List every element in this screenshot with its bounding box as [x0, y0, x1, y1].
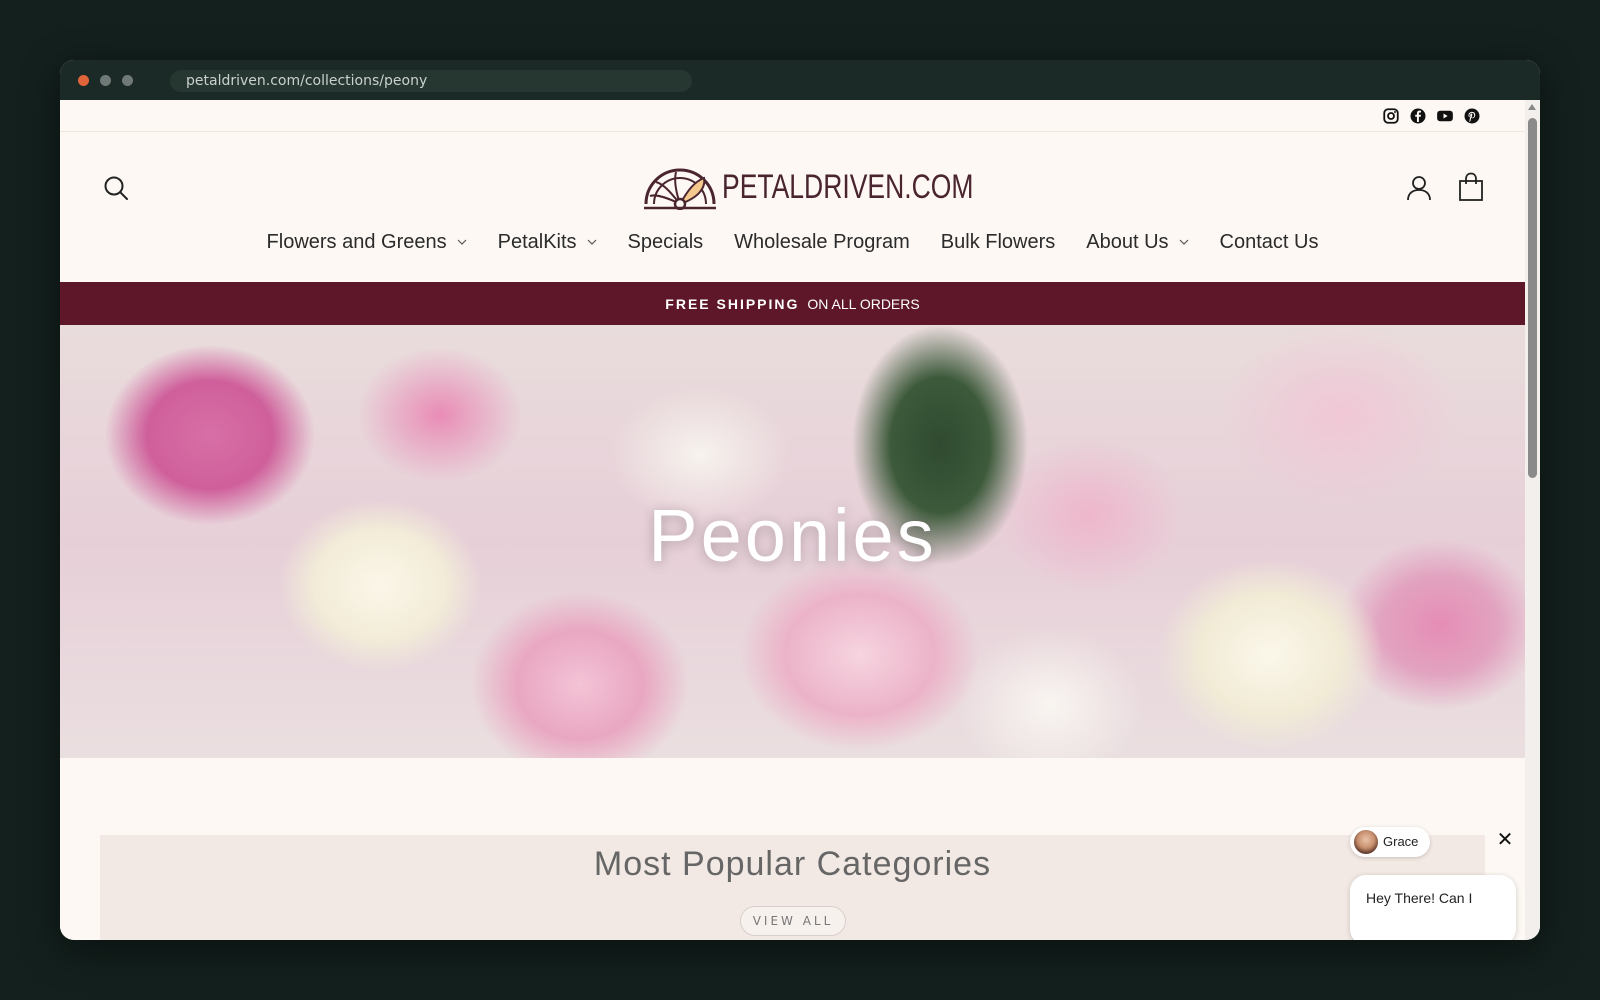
nav-item-label: Wholesale Program	[734, 230, 910, 253]
nav-item-flowers-and-greens[interactable]: Flowers and Greens	[267, 231, 467, 254]
chevron-down-icon	[1179, 239, 1188, 245]
chevron-down-icon	[457, 239, 467, 245]
avatar	[1354, 830, 1378, 854]
chat-message-bubble[interactable]: Hey There! Can I	[1350, 875, 1516, 940]
address-bar[interactable]: petaldriven.com/collections/peony	[170, 70, 692, 92]
nav-item-label: Bulk Flowers	[940, 230, 1056, 253]
close-window-button[interactable]	[78, 75, 89, 86]
browser-window: petaldriven.com/collections/peony PETALD…	[60, 60, 1540, 940]
nav-item-label: About Us	[1086, 230, 1169, 253]
popular-categories-section: Most Popular Categories VIEW ALL	[100, 835, 1485, 940]
instagram-icon[interactable]	[1382, 107, 1400, 125]
chat-close-button[interactable]: ✕	[1494, 828, 1516, 850]
logo-text: PETALDRIVEN.COM	[722, 168, 974, 206]
nav-item-label: Contact Us	[1219, 230, 1319, 253]
chevron-down-icon	[587, 239, 596, 245]
social-bar	[60, 100, 1525, 132]
nav-item-bulk-flowers[interactable]: Bulk Flowers	[941, 231, 1055, 254]
announcement-strong: FREE SHIPPING	[665, 295, 800, 312]
browser-titlebar: petaldriven.com/collections/peony	[60, 60, 1540, 100]
page-content: PETALDRIVEN.COM Flowers and Greens PetalK…	[60, 100, 1525, 940]
scrollbar-thumb[interactable]	[1528, 118, 1537, 478]
chat-agent-badge[interactable]: Grace	[1350, 827, 1430, 857]
section-title: Most Popular Categories	[593, 845, 992, 883]
view-all-button[interactable]: VIEW ALL	[740, 906, 846, 936]
nav-item-wholesale-program[interactable]: Wholesale Program	[734, 231, 910, 254]
maximize-window-button[interactable]	[122, 75, 133, 86]
nav-item-about-us[interactable]: About Us	[1086, 231, 1188, 254]
page-scrollbar[interactable]	[1525, 100, 1540, 940]
main-navigation: Flowers and Greens PetalKits Specials Whole…	[60, 222, 1525, 262]
nav-item-specials[interactable]: Specials	[628, 231, 704, 254]
nav-item-petalkits[interactable]: PetalKits	[498, 231, 597, 254]
scroll-up-arrow-icon[interactable]	[1528, 104, 1536, 110]
pinterest-icon[interactable]	[1463, 107, 1481, 125]
cart-icon[interactable]	[1457, 172, 1485, 202]
hero-banner: Peonies	[60, 325, 1525, 758]
petal-logo-icon	[644, 168, 716, 210]
site-header: PETALDRIVEN.COM Flowers and Greens PetalK…	[60, 132, 1525, 282]
nav-item-label: Flowers and Greens	[266, 230, 447, 253]
minimize-window-button[interactable]	[100, 75, 111, 86]
nav-item-label: Specials	[627, 230, 704, 253]
nav-item-contact-us[interactable]: Contact Us	[1220, 231, 1319, 254]
announcement-text: ON ALL ORDERS	[807, 295, 920, 312]
search-icon[interactable]	[102, 174, 130, 202]
facebook-icon[interactable]	[1409, 107, 1427, 125]
site-logo[interactable]: PETALDRIVEN.COM	[642, 162, 973, 214]
nav-item-label: PetalKits	[497, 230, 577, 253]
announcement-bar: FREE SHIPPING ON ALL ORDERS	[60, 282, 1525, 325]
account-icon[interactable]	[1405, 174, 1433, 202]
youtube-icon[interactable]	[1436, 107, 1454, 125]
page-title: Peonies	[648, 494, 937, 577]
chat-agent-name: Grace	[1383, 834, 1419, 849]
